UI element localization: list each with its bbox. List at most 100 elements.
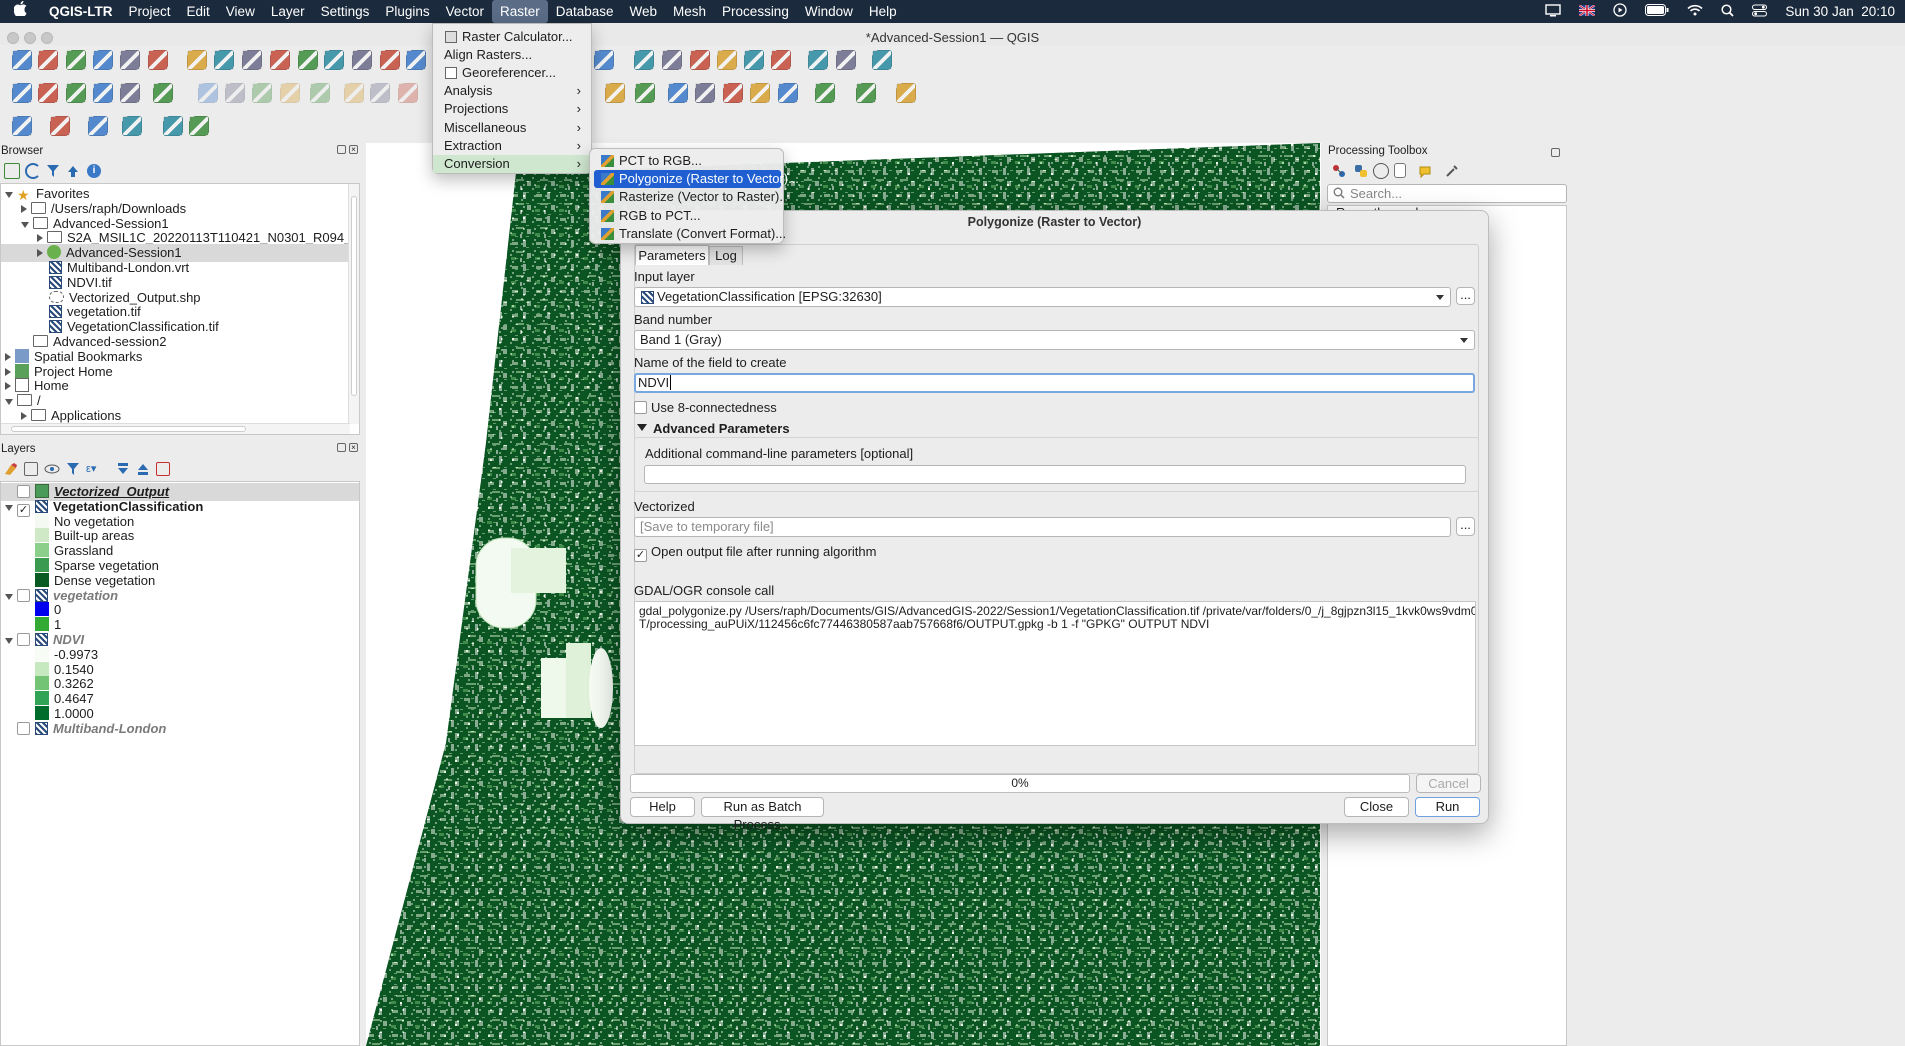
zoom-native-icon[interactable] <box>380 50 400 70</box>
current-edits-icon[interactable] <box>198 83 218 103</box>
float-icon[interactable] <box>337 145 346 154</box>
select-features-icon[interactable] <box>12 116 32 136</box>
layer-visibility-checkbox[interactable] <box>17 633 30 646</box>
gps-icon[interactable] <box>815 83 835 103</box>
eight-connectedness-checkbox[interactable] <box>634 400 647 415</box>
collapse-all-icon[interactable] <box>136 462 150 476</box>
menu-item-projections[interactable]: Projections › <box>433 100 591 118</box>
visibility-icon[interactable] <box>44 462 60 476</box>
label-pin-icon[interactable] <box>605 83 625 103</box>
control-center-icon[interactable] <box>1752 4 1768 20</box>
options-icon[interactable] <box>1444 163 1460 179</box>
menu-layer[interactable]: Layer <box>263 0 313 23</box>
edit-features-icon[interactable] <box>1418 163 1434 179</box>
processing-toolbox-icon[interactable] <box>717 50 737 70</box>
map-tips-icon[interactable] <box>808 50 828 70</box>
menu-processing[interactable]: Processing <box>714 0 797 23</box>
collapsed-arrow-icon[interactable] <box>21 412 27 420</box>
identify-icon[interactable] <box>634 50 654 70</box>
zoom-last-icon[interactable] <box>406 50 426 70</box>
minimize-window-button[interactable] <box>24 32 36 44</box>
clock[interactable]: Sun 30 Jan 20:10 <box>1785 4 1895 19</box>
wifi-icon[interactable] <box>1687 4 1703 19</box>
open-project-icon[interactable] <box>38 50 58 70</box>
annotation-icon[interactable] <box>836 50 856 70</box>
add-selected-layers-icon[interactable] <box>4 163 20 179</box>
cut-features-icon[interactable] <box>398 83 418 103</box>
advanced-parameters-header[interactable]: Advanced Parameters <box>653 421 790 436</box>
expression-filter-icon[interactable]: ε▾ <box>86 462 108 476</box>
modify-attributes-icon[interactable] <box>344 83 364 103</box>
new-project-icon[interactable] <box>12 50 32 70</box>
menu-item-miscellaneous[interactable]: Miscellaneous › <box>433 119 591 137</box>
refresh-icon[interactable] <box>594 50 614 70</box>
attribute-table-icon[interactable] <box>662 50 682 70</box>
menu-item-raster-calculator[interactable]: Raster Calculator... <box>433 28 591 46</box>
deselect-icon[interactable] <box>88 116 108 136</box>
menu-database[interactable]: Database <box>548 0 622 23</box>
quick-map-icon[interactable] <box>189 116 209 136</box>
zoom-to-selection-icon[interactable] <box>324 50 344 70</box>
menu-web[interactable]: Web <box>622 0 666 23</box>
select-by-value-icon[interactable] <box>50 116 70 136</box>
browser-panel-controls[interactable]: × <box>337 145 359 156</box>
collapse-all-icon[interactable] <box>66 164 80 178</box>
submenu-item[interactable]: Polygonize (Raster to Vector)... <box>594 170 799 189</box>
input-layer-combo[interactable]: VegetationClassification [EPSG:32630] <box>634 287 1451 307</box>
print-layout-icon[interactable] <box>120 50 140 70</box>
toolbox-float-icon[interactable] <box>1551 145 1565 157</box>
label-toolbar-icon[interactable] <box>778 83 798 103</box>
remove-layer-icon[interactable] <box>156 462 170 476</box>
search-icon[interactable] <box>1721 3 1735 20</box>
close-panel-icon[interactable]: × <box>349 145 358 154</box>
measure-icon[interactable] <box>771 50 791 70</box>
save-icon[interactable] <box>66 50 86 70</box>
python-icon[interactable] <box>1353 163 1369 179</box>
zoom-to-vector-icon[interactable] <box>163 116 183 136</box>
uk-flag-icon[interactable] <box>1578 4 1596 19</box>
style-manager-icon[interactable] <box>4 462 18 476</box>
close-window-button[interactable] <box>7 32 19 44</box>
close-panel-icon[interactable]: × <box>349 443 358 452</box>
help-button[interactable]: Help <box>630 797 695 817</box>
toolbox-search-input[interactable]: Search... <box>1327 184 1567 203</box>
submenu-item[interactable]: Translate (Convert Format)... <box>594 225 786 243</box>
label-hide-icon[interactable] <box>635 83 655 103</box>
tab-parameters[interactable]: Parameters <box>635 245 709 265</box>
apple-icon[interactable] <box>0 0 41 23</box>
add-vector-layer-icon[interactable] <box>38 83 58 103</box>
menu-item-analysis[interactable]: Analysis › <box>433 82 591 100</box>
menu-edit[interactable]: Edit <box>179 0 218 23</box>
input-layer-browse-button[interactable]: ... <box>1456 287 1475 305</box>
field-calculator-icon[interactable] <box>122 116 142 136</box>
menu-item-conversion[interactable]: Conversion › <box>433 154 591 173</box>
layer-visibility-checkbox[interactable] <box>17 588 30 602</box>
zoom-to-layer-icon[interactable] <box>352 50 372 70</box>
tab-log[interactable]: Log <box>709 246 743 265</box>
submenu-item[interactable]: RGB to PCT... <box>594 207 781 225</box>
zoom-in-icon[interactable] <box>242 50 262 70</box>
collapsed-arrow-icon[interactable] <box>5 352 11 361</box>
menu-raster[interactable]: Raster <box>491 0 548 23</box>
menu-mesh[interactable]: Mesh <box>665 0 714 23</box>
battery-icon[interactable] <box>1645 4 1669 19</box>
collapsed-arrow-icon[interactable] <box>37 249 43 258</box>
menu-window[interactable]: Window <box>797 0 861 23</box>
pan-icon[interactable] <box>187 50 207 70</box>
filter-icon[interactable] <box>46 164 60 178</box>
expanded-arrow-icon[interactable] <box>5 399 13 406</box>
expanded-arrow-icon[interactable] <box>5 638 13 644</box>
submenu-item[interactable]: Rasterize (Vector to Raster)... <box>594 188 790 206</box>
run-button[interactable]: Run <box>1415 797 1480 817</box>
collapse-triangle-icon[interactable] <box>637 424 647 431</box>
add-virtual-layer-icon[interactable] <box>153 83 173 103</box>
play-icon[interactable] <box>1613 3 1628 20</box>
save-as-icon[interactable] <box>93 50 113 70</box>
delete-selected-icon[interactable] <box>370 83 390 103</box>
run-batch-button[interactable]: Run as Batch Process... <box>701 797 824 832</box>
toggle-editing-icon[interactable] <box>225 83 245 103</box>
layer-item[interactable]: Multiband-London <box>1 720 359 738</box>
add-raster-layer-icon[interactable] <box>66 83 86 103</box>
vectorized-output-input[interactable]: [Save to temporary file] <box>634 517 1451 537</box>
expanded-arrow-icon[interactable] <box>5 192 13 198</box>
